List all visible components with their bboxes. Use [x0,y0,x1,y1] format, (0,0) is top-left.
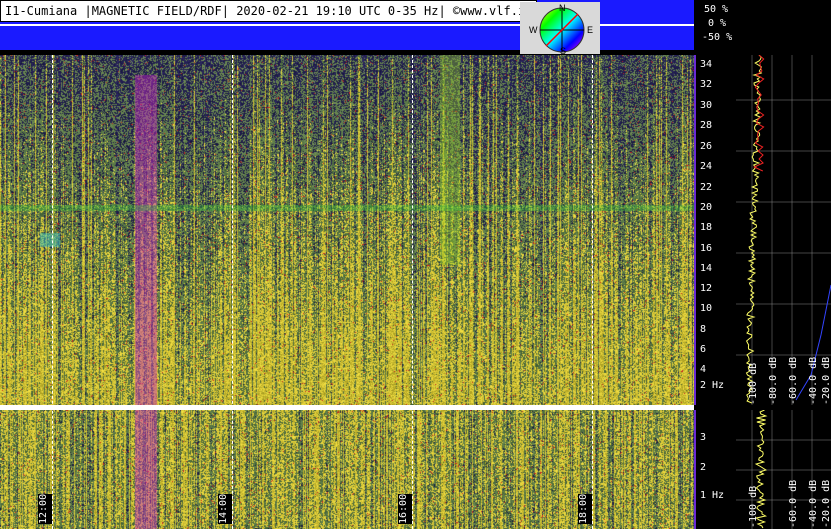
frequency-axis-upper: 34 32 30 28 26 24 22 20 18 16 14 12 10 8… [694,55,736,405]
db-label: -80.0 dB [768,357,779,405]
freq-label: 30 [700,100,713,111]
freq-label: 14 [700,263,713,274]
freq-label: 2 Hz [700,380,725,391]
compass-rose: N S E W [520,2,600,56]
scale-label: 0 % [708,18,727,29]
freq-label: 26 [700,141,713,152]
freq-label: 22 [700,182,713,193]
level-plot-lower: -100 dB -60.0 dB -40.0 dB -20.0 dB [736,410,831,529]
db-label: -40.0 dB [808,480,819,528]
time-label: 18:00 [578,494,592,524]
time-gridline [412,55,413,529]
time-label: 12:00 [38,494,52,524]
db-label: -20.0 dB [821,480,831,528]
freq-label: 10 [700,303,713,314]
freq-label: 8 [700,324,707,335]
freq-label: 6 [700,344,707,355]
freq-label: 24 [700,161,713,172]
freq-label: 18 [700,222,713,233]
compass-n: N [559,3,566,13]
time-label: 16:00 [398,494,412,524]
station-title: I1-Cumiana |MAGNETIC FIELD/RDF| 2020-02-… [0,0,538,22]
freq-label: 12 [700,283,713,294]
time-gridline [52,55,53,529]
time-gridline [232,55,233,529]
freq-label: 2 [700,462,707,473]
frequency-axis-lower: 3 2 1 Hz [694,410,736,529]
compass-w: W [529,25,538,35]
scale-label: -50 % [702,32,733,43]
db-label: -60.0 dB [788,480,799,528]
scale-label: 50 % [704,4,729,15]
db-label: -20.0 dB [821,357,831,405]
freq-label: 34 [700,59,713,70]
compass-s: S [560,46,566,54]
db-label: -40.0 dB [808,357,819,405]
time-gridline [592,55,593,529]
db-label: -100 dB [748,486,759,528]
freq-label: 20 [700,202,713,213]
freq-label: 4 [700,364,707,375]
db-label: -60.0 dB [788,357,799,405]
rdf-percent-scale: 50 % 0 % -50 % [694,0,734,50]
spectrogram-upper [0,55,694,405]
compass-e: E [587,25,593,35]
freq-label: 3 [700,432,707,443]
freq-label: 32 [700,79,713,90]
level-plot-upper: -100 dB -80.0 dB -60.0 dB -40.0 dB -20.0… [736,55,831,405]
time-label: 14:00 [218,494,232,524]
freq-label: 16 [700,243,713,254]
freq-label: 1 Hz [700,490,725,501]
freq-label: 28 [700,120,713,131]
db-label: -100 dB [748,363,759,405]
